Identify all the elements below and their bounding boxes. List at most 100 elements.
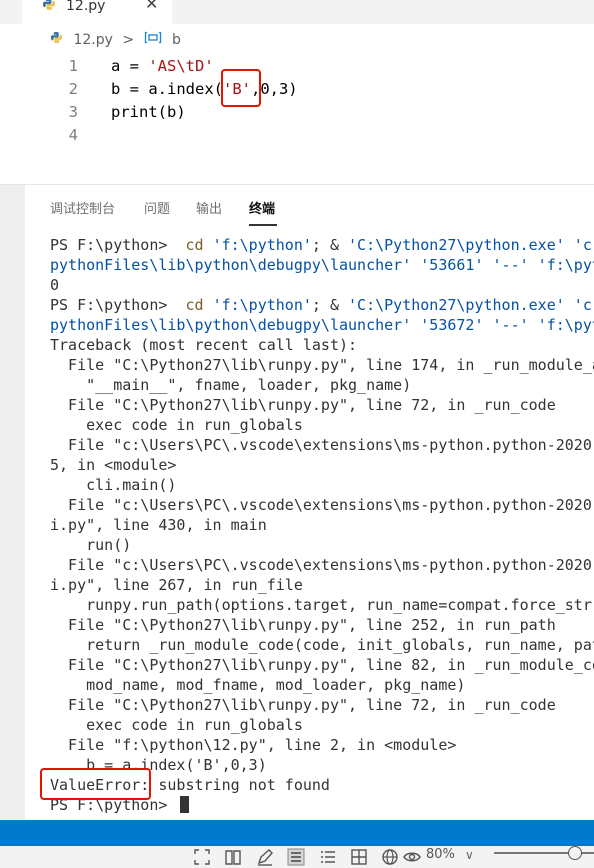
highlight-box-string-arg <box>221 69 261 107</box>
terminal-text: File "C:\Python27\lib\runpy.py", line 82… <box>50 656 594 674</box>
terminal-text: cli.main() <box>50 476 177 494</box>
tab-debug-console[interactable]: 调试控制台 <box>50 201 115 219</box>
book-icon[interactable] <box>224 848 242 866</box>
terminal-text: 5, in <module> <box>50 456 177 474</box>
terminal-text: i.py", line 267, in run_file <box>50 576 303 594</box>
terminal-text: exec code in run_globals <box>50 716 303 734</box>
line-number: 1 <box>68 57 78 75</box>
code-line[interactable]: 2 b = a.index('B',0,3) <box>0 78 594 101</box>
breadcrumb-symbol[interactable]: b <box>172 30 181 50</box>
terminal-line: PS F:\python> cd 'f:\python'; & 'C:\Pyth… <box>50 295 594 315</box>
breadcrumb-file[interactable]: 12.py <box>73 30 112 50</box>
terminal-text: mod_name, mod_fname, mod_loader, pkg_nam… <box>50 676 466 694</box>
terminal-text: ; & <box>311 236 349 254</box>
terminal-text: pythonFiles\lib\python\debugpy\launcher'… <box>50 256 594 274</box>
terminal-text: "__main__", fname, loader, pkg_name) <box>50 376 412 394</box>
list-icon[interactable] <box>319 848 337 866</box>
globe-icon[interactable] <box>381 848 399 866</box>
close-icon[interactable]: ✕ <box>145 0 158 13</box>
tab-terminal[interactable]: 终端 <box>249 201 275 219</box>
terminal-text: PS F:\python> <box>50 296 177 314</box>
tab-12-py[interactable]: 12.py ✕ <box>22 0 172 24</box>
terminal-text: 0 <box>50 276 60 294</box>
terminal-text: pythonFiles\lib\python\debugpy\launcher'… <box>50 316 594 334</box>
terminal-text: 'C:\Python27\python.exe' 'c: <box>348 296 594 314</box>
terminal-text: File "f:\python\12.py", line 2, in <modu… <box>50 736 457 754</box>
eye-icon[interactable] <box>403 848 421 866</box>
terminal-line: File "C:\Python27\lib\runpy.py", line 72… <box>50 395 594 415</box>
terminal-text: runpy.run_path(options.target, run_name=… <box>50 596 594 614</box>
breadcrumb-separator: > <box>122 32 135 48</box>
terminal-text: exec code in run_globals <box>50 416 303 434</box>
terminal-text: File "c:\Users\PC\.vscode\extensions\ms-… <box>50 436 594 454</box>
pen-icon[interactable] <box>256 848 274 866</box>
zoom-level[interactable]: 80% <box>426 846 455 864</box>
code-line[interactable]: 4 <box>0 124 594 147</box>
terminal-line: mod_name, mod_fname, mod_loader, pkg_nam… <box>50 675 594 695</box>
bottom-toolbar: 80% ∨ <box>0 846 594 868</box>
variable-symbol-icon <box>144 31 161 44</box>
terminal-line: pythonFiles\lib\python\debugpy\launcher'… <box>50 315 594 335</box>
terminal-text: i.py", line 430, in main <box>50 516 267 534</box>
terminal-line: File "c:\Users\PC\.vscode\extensions\ms-… <box>50 555 594 575</box>
active-tab-indicator <box>249 224 277 226</box>
code-line[interactable]: 1 a = 'AS\tD' <box>0 55 594 78</box>
terminal-line: File "C:\Python27\lib\runpy.py", line 25… <box>50 615 594 635</box>
terminal-text: 'C:\Python27\python.exe' 'c: <box>348 236 594 254</box>
document-icon[interactable] <box>287 848 305 866</box>
line-number: 4 <box>68 126 78 144</box>
terminal-line: cli.main() <box>50 475 594 495</box>
code-text: b = a.index('B',0,3) <box>111 78 298 101</box>
terminal-line: "__main__", fname, loader, pkg_name) <box>50 375 594 395</box>
tab-filename: 12.py <box>66 0 106 14</box>
terminal-text: File "C:\Python27\lib\runpy.py", line 72… <box>50 396 556 414</box>
bottom-panel: 调试控制台 问题 输出 终端 PS F:\python> cd 'f:\pyth… <box>0 184 594 821</box>
terminal-line: runpy.run_path(options.target, run_name=… <box>50 595 594 615</box>
terminal-line: File "C:\Python27\lib\runpy.py", line 72… <box>50 695 594 715</box>
terminal-line: File "f:\python\12.py", line 2, in <modu… <box>50 735 594 755</box>
terminal-line: run() <box>50 535 594 555</box>
terminal-line: i.py", line 267, in run_file <box>50 575 594 595</box>
fit-icon[interactable] <box>193 848 211 866</box>
terminal-line: i.py", line 430, in main <box>50 515 594 535</box>
terminal-text: File "C:\Python27\lib\runpy.py", line 17… <box>50 356 594 374</box>
terminal-text: File "C:\Python27\lib\runpy.py", line 25… <box>50 616 556 634</box>
code-token: 'AS\tD' <box>148 57 214 75</box>
status-bar <box>0 820 594 846</box>
grid-icon[interactable] <box>350 848 368 866</box>
terminal-text: PS F:\python> <box>50 236 177 254</box>
line-number: 3 <box>68 103 78 121</box>
terminal-text: 'f:\python' <box>212 296 312 314</box>
code-text: a = 'AS\tD' <box>111 55 214 78</box>
highlight-box-error <box>40 768 151 800</box>
terminal-line: File "c:\Users\PC\.vscode\extensions\ms-… <box>50 435 594 455</box>
terminal-text: ; & <box>311 296 349 314</box>
terminal-line: exec code in run_globals <box>50 715 594 735</box>
terminal-output[interactable]: PS F:\python> cd 'f:\python'; & 'C:\Pyth… <box>50 235 594 821</box>
terminal-text: cd <box>176 296 213 314</box>
terminal-text: run() <box>50 536 132 554</box>
terminal-text: File "c:\Users\PC\.vscode\extensions\ms-… <box>50 556 594 574</box>
python-file-icon <box>50 31 63 44</box>
terminal-line: exec code in run_globals <box>50 415 594 435</box>
editor-tab-bar: 12.py ✕ <box>0 0 594 24</box>
breadcrumb: 12.py > b <box>50 30 181 50</box>
terminal-text: return _run_module_code(code, init_globa… <box>50 636 594 654</box>
terminal-cursor <box>180 796 190 813</box>
terminal-line: pythonFiles\lib\python\debugpy\launcher'… <box>50 255 594 275</box>
code-line[interactable]: 3 print(b) <box>0 101 594 124</box>
terminal-text: File "C:\Python27\lib\runpy.py", line 72… <box>50 696 556 714</box>
chevron-down-icon[interactable]: ∨ <box>465 846 474 864</box>
terminal-line: PS F:\python> cd 'f:\python'; & 'C:\Pyth… <box>50 235 594 255</box>
line-number: 2 <box>68 80 78 98</box>
terminal-line: File "C:\Python27\lib\runpy.py", line 82… <box>50 655 594 675</box>
terminal-line: File "C:\Python27\lib\runpy.py", line 17… <box>50 355 594 375</box>
zoom-slider-thumb[interactable] <box>568 846 582 860</box>
code-token: a = <box>111 57 149 75</box>
tab-problems[interactable]: 问题 <box>144 201 170 219</box>
code-token: print(b) <box>111 103 186 121</box>
terminal-line: File "c:\Users\PC\.vscode\extensions\ms-… <box>50 495 594 515</box>
tab-output[interactable]: 输出 <box>196 201 222 219</box>
python-file-icon <box>43 0 55 10</box>
code-editor[interactable]: 1 a = 'AS\tD' 2 b = a.index('B',0,3) 3 print(… <box>0 54 594 184</box>
